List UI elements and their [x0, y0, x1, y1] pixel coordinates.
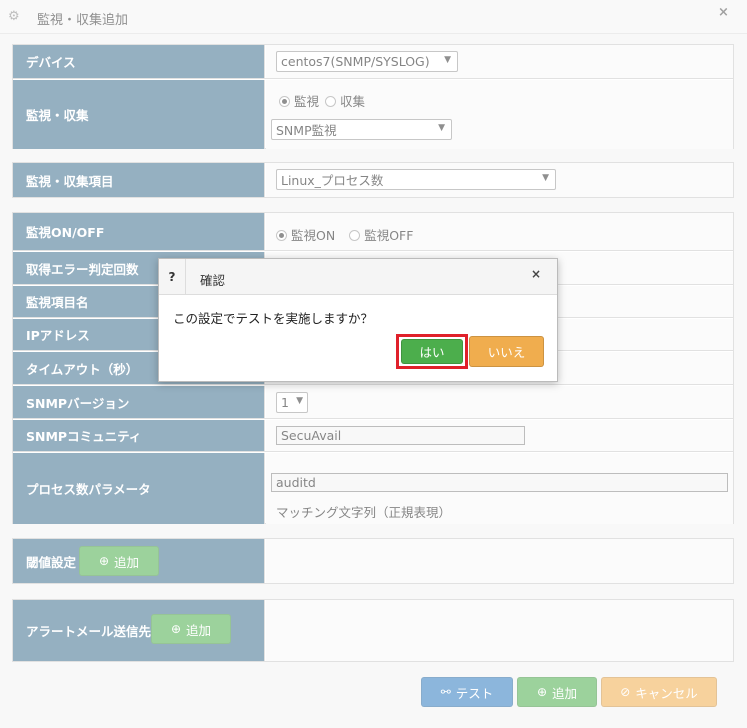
confirm-dialog: ? 確認 × この設定でテストを実施しますか？ はい いいえ — [158, 258, 558, 382]
dialog-message: この設定でテストを実施しますか？ — [173, 311, 374, 326]
dialog-close-icon[interactable]: × — [531, 267, 541, 281]
dialog-title: 確認 — [200, 273, 226, 288]
dialog-header: ? 確認 × — [159, 259, 557, 295]
yes-highlight: はい — [396, 334, 468, 369]
no-button[interactable]: いいえ — [469, 336, 544, 367]
question-icon: ? — [159, 259, 186, 295]
yes-button[interactable]: はい — [401, 339, 463, 364]
